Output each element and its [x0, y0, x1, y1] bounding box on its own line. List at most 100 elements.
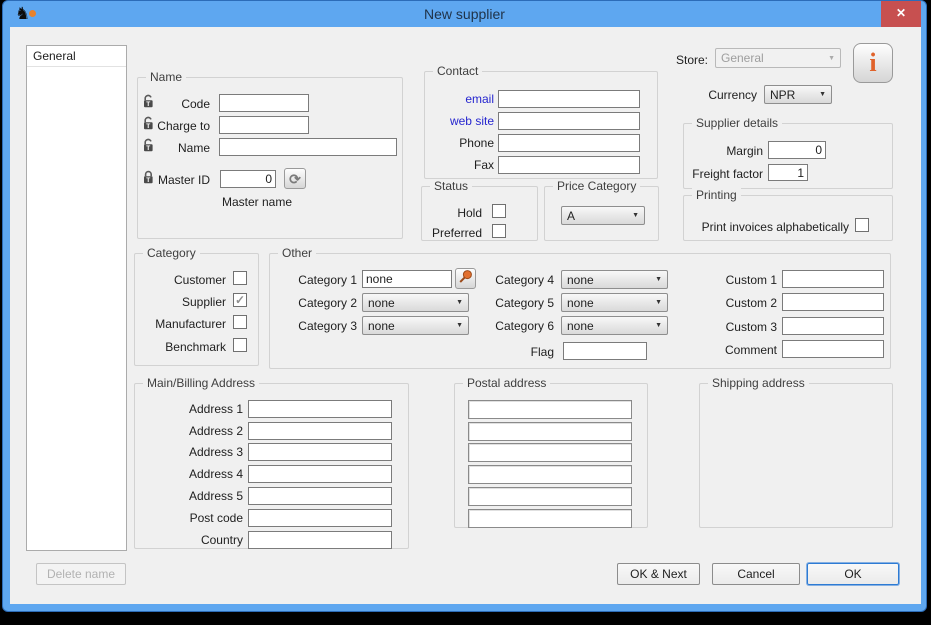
info-button[interactable]: i [853, 43, 893, 83]
postal-line6-input[interactable] [468, 509, 632, 528]
customer-checkbox[interactable]: ✓ [233, 271, 247, 285]
category4-label: Category 4 [487, 273, 554, 287]
supplier-checkbox[interactable]: ✓ [233, 293, 247, 307]
postal-address-title: Postal address [463, 376, 550, 390]
freight-factor-input[interactable] [768, 164, 808, 181]
category5-value: none [567, 296, 594, 310]
freight-factor-label: Freight factor [687, 167, 763, 181]
supplier-details-title: Supplier details [692, 116, 782, 130]
name-input[interactable] [219, 138, 397, 156]
shipping-address-title: Shipping address [708, 376, 809, 390]
address3-input[interactable] [248, 443, 392, 461]
custom2-input[interactable] [782, 293, 884, 311]
chevron-down-icon: ▼ [456, 322, 463, 329]
benchmark-checkbox[interactable]: ✓ [233, 338, 247, 352]
web-site-input[interactable] [498, 112, 640, 130]
postal-line5-input[interactable] [468, 487, 632, 506]
window-title: New supplier [3, 1, 926, 27]
comment-input[interactable] [782, 340, 884, 358]
postal-line3-input[interactable] [468, 443, 632, 462]
category6-select[interactable]: none ▼ [561, 316, 668, 335]
name-group-title: Name [146, 70, 186, 84]
ok-next-button[interactable]: OK & Next [617, 563, 700, 585]
charge-to-input[interactable] [219, 116, 309, 134]
custom1-input[interactable] [782, 270, 884, 288]
category1-search-button[interactable] [455, 268, 476, 289]
store-select: General ▼ [715, 48, 841, 68]
address4-input[interactable] [248, 465, 392, 483]
margin-input[interactable] [768, 141, 826, 159]
svg-text:T: T [146, 177, 150, 184]
flag-input[interactable] [563, 342, 647, 360]
chevron-down-icon: ▼ [655, 299, 662, 306]
email-label[interactable]: email [430, 92, 494, 106]
custom3-label: Custom 3 [710, 320, 777, 334]
address1-input[interactable] [248, 400, 392, 418]
hold-checkbox[interactable]: ✓ [492, 204, 506, 218]
web-site-label[interactable]: web site [430, 114, 494, 128]
tab-general[interactable]: General [27, 46, 126, 67]
category5-select[interactable]: none ▼ [561, 293, 668, 312]
manufacturer-checkbox[interactable]: ✓ [233, 315, 247, 329]
preferred-checkbox[interactable]: ✓ [492, 224, 506, 238]
price-category-group-title: Price Category [553, 179, 640, 193]
address5-label: Address 5 [150, 489, 243, 503]
svg-text:T: T [146, 101, 150, 108]
category5-label: Category 5 [487, 296, 554, 310]
post-code-input[interactable] [248, 509, 392, 527]
print-invoices-checkbox[interactable]: ✓ [855, 218, 869, 232]
postal-address-group: Postal address [454, 383, 648, 528]
country-label: Country [150, 533, 243, 547]
code-input[interactable] [219, 94, 309, 112]
store-value: General [721, 51, 764, 65]
chevron-down-icon: ▼ [655, 276, 662, 283]
title-bar[interactable]: ♞ New supplier ✕ [3, 1, 926, 27]
category1-label: Category 1 [290, 273, 357, 287]
contact-group: Contact email web site Phone Fax [424, 71, 658, 179]
sync-icon: ⟳ [289, 172, 301, 186]
postal-line1-input[interactable] [468, 400, 632, 419]
address5-input[interactable] [248, 487, 392, 505]
billing-address-group: Main/Billing Address Address 1 Address 2… [134, 383, 409, 549]
name-label: Name [154, 141, 210, 155]
address2-input[interactable] [248, 422, 392, 440]
cancel-button[interactable]: Cancel [712, 563, 800, 585]
customer-label: Customer [141, 273, 226, 287]
billing-address-title: Main/Billing Address [143, 376, 259, 390]
price-category-group: Price Category A ▼ [544, 186, 659, 241]
printing-group-title: Printing [692, 188, 741, 202]
custom1-label: Custom 1 [710, 273, 777, 287]
category2-label: Category 2 [290, 296, 357, 310]
status-group: Status Hold ✓ Preferred ✓ [421, 186, 538, 241]
master-id-label: Master ID [154, 173, 210, 187]
post-code-label: Post code [150, 511, 243, 525]
postal-line2-input[interactable] [468, 422, 632, 441]
flag-label: Flag [487, 345, 554, 359]
address4-label: Address 4 [150, 467, 243, 481]
price-category-select[interactable]: A ▼ [561, 206, 645, 225]
category2-select[interactable]: none ▼ [362, 293, 469, 312]
printing-group: Printing Print invoices alphabetically ✓ [683, 195, 893, 241]
custom3-input[interactable] [782, 317, 884, 335]
country-input[interactable] [248, 531, 392, 549]
master-name-label: Master name [222, 195, 292, 209]
other-group-title: Other [278, 246, 316, 260]
delete-name-button: Delete name [36, 563, 126, 585]
category4-value: none [567, 273, 594, 287]
ok-button[interactable]: OK [807, 563, 899, 585]
master-id-input[interactable] [220, 170, 276, 188]
email-input[interactable] [498, 90, 640, 108]
sync-master-button[interactable]: ⟳ [284, 168, 306, 189]
chevron-down-icon: ▼ [828, 55, 835, 62]
postal-line4-input[interactable] [468, 465, 632, 484]
currency-select[interactable]: NPR ▼ [764, 85, 832, 104]
category4-select[interactable]: none ▼ [561, 270, 668, 289]
category3-select[interactable]: none ▼ [362, 316, 469, 335]
phone-input[interactable] [498, 134, 640, 152]
close-button[interactable]: ✕ [881, 1, 921, 27]
screen: ♞ New supplier ✕ General Name T Code T C… [0, 0, 931, 625]
category1-input[interactable] [362, 270, 452, 288]
comment-label: Comment [710, 343, 777, 357]
fax-input[interactable] [498, 156, 640, 174]
chevron-down-icon: ▼ [819, 91, 826, 98]
